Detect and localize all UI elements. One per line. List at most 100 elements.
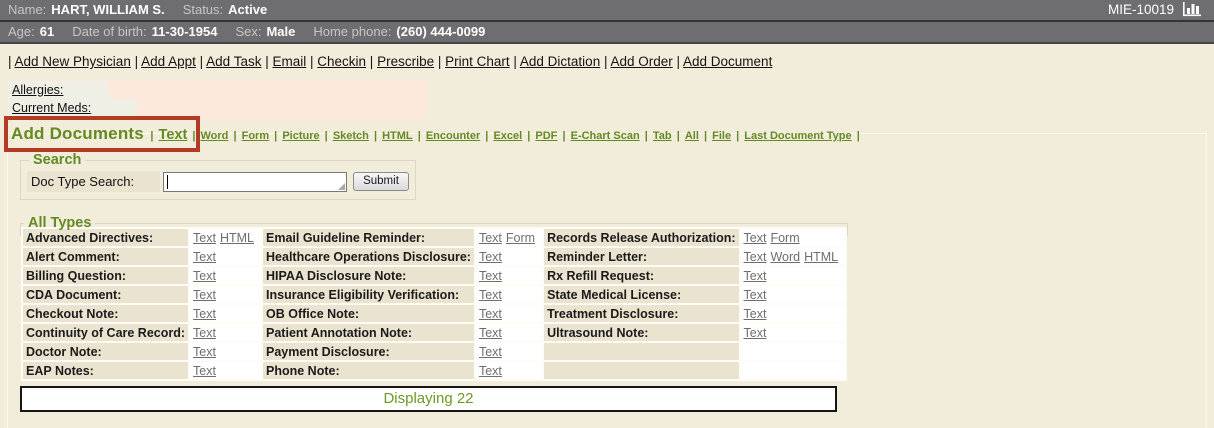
doc-action-link-text[interactable]: Text	[479, 345, 502, 359]
doc-type-actions: Text	[476, 343, 542, 360]
doc-action-link-text[interactable]: Text	[193, 326, 216, 340]
type-link-excel[interactable]: Excel	[493, 130, 522, 142]
type-link-e-chart-scan[interactable]: E-Chart Scan	[571, 130, 640, 142]
type-link-word[interactable]: Word	[201, 130, 229, 142]
resize-grip[interactable]	[338, 183, 345, 190]
doc-action-link-word[interactable]: Word	[770, 250, 800, 264]
table-row: Doctor Note:TextPayment Disclosure:Text	[23, 343, 845, 360]
doc-action-link-text[interactable]: Text	[479, 231, 502, 245]
doc-types-table: Advanced Directives:TextHTMLEmail Guidel…	[21, 227, 847, 381]
quick-link-add-document[interactable]: Add Document	[683, 54, 772, 69]
type-link-pdf[interactable]: PDF	[535, 130, 557, 142]
quick-link-checkin[interactable]: Checkin	[317, 54, 366, 69]
doc-type-label: OB Office Note:	[263, 305, 474, 322]
doc-type-label: Billing Question:	[23, 267, 188, 284]
type-link-tab[interactable]: Tab	[653, 130, 672, 142]
separator: |	[189, 130, 198, 142]
text-caret	[167, 175, 168, 189]
doc-type-actions: Text	[741, 324, 846, 341]
doc-action-link-text[interactable]: Text	[744, 288, 767, 302]
doc-action-link-text[interactable]: Text	[479, 307, 502, 321]
doc-type-label: Patient Annotation Note:	[263, 324, 474, 341]
doc-action-link-text[interactable]: Text	[193, 231, 216, 245]
separator: |	[642, 130, 651, 142]
type-link-picture[interactable]: Picture	[282, 130, 319, 142]
bar-chart-icon[interactable]	[1182, 1, 1204, 18]
patient-name: HART, WILLIAM S.	[51, 2, 164, 17]
separator: |	[261, 54, 272, 69]
quick-link-add-new-physician[interactable]: Add New Physician	[15, 54, 131, 69]
doc-action-link-text[interactable]: Text	[193, 307, 216, 321]
doc-type-actions: Text	[190, 343, 261, 360]
doc-type-label: Alert Comment:	[23, 248, 188, 265]
current-meds-link[interactable]: Current Meds:	[12, 101, 91, 115]
page-title: Add Documents	[11, 124, 144, 143]
type-link-last-document-type[interactable]: Last Document Type	[744, 130, 851, 142]
doc-type-actions: Text	[476, 286, 542, 303]
separator: |	[510, 54, 520, 69]
doc-action-link-text[interactable]: Text	[744, 307, 767, 321]
quick-link-add-order[interactable]: Add Order	[610, 54, 672, 69]
separator: |	[415, 130, 424, 142]
doc-action-link-form[interactable]: Form	[506, 231, 535, 245]
doc-type-search-input[interactable]	[163, 172, 347, 192]
separator: |	[196, 54, 206, 69]
chart-summary-panel: Allergies: Current Meds:	[8, 80, 426, 120]
doc-action-link-text[interactable]: Text	[479, 269, 502, 283]
doc-type-label: Doctor Note:	[23, 343, 188, 360]
type-link-html[interactable]: HTML	[382, 130, 413, 142]
search-legend: Search	[29, 152, 85, 168]
doc-type-label: Healthcare Operations Disclosure:	[263, 248, 474, 265]
quick-link-add-task[interactable]: Add Task	[206, 54, 261, 69]
doc-action-link-text[interactable]: Text	[479, 364, 502, 378]
doc-action-link-text[interactable]: Text	[193, 364, 216, 378]
doc-action-link-text[interactable]: Text	[193, 345, 216, 359]
doc-action-link-text[interactable]: Text	[744, 326, 767, 340]
type-link-all[interactable]: All	[685, 130, 699, 142]
doc-action-link-text[interactable]: Text	[193, 250, 216, 264]
quick-link-prescribe[interactable]: Prescribe	[377, 54, 434, 69]
type-link-encounter[interactable]: Encounter	[426, 130, 480, 142]
doc-type-label: Treatment Disclosure:	[544, 305, 738, 322]
age-value: 61	[40, 24, 54, 39]
allergies-link[interactable]: Allergies:	[12, 83, 63, 97]
submit-button[interactable]: Submit	[353, 172, 409, 191]
separator: |	[131, 54, 141, 69]
type-link-sketch[interactable]: Sketch	[333, 130, 369, 142]
doc-action-link-text[interactable]: Text	[479, 326, 502, 340]
doc-action-link-text[interactable]: Text	[744, 269, 767, 283]
doc-type-actions: Text Form	[476, 229, 542, 246]
quick-link-email[interactable]: Email	[272, 54, 306, 69]
doc-action-link-form[interactable]: Form	[770, 231, 799, 245]
type-link-file[interactable]: File	[712, 130, 731, 142]
type-link-form[interactable]: Form	[242, 130, 270, 142]
add-documents-panel: Add Documents | Text | Word | Form | Pic…	[7, 133, 1207, 428]
quick-link-print-chart[interactable]: Print Chart	[445, 54, 510, 69]
doc-type-label: State Medical License:	[544, 286, 738, 303]
doc-type-search-input-wrap	[163, 172, 347, 192]
doc-type-actions: Text	[190, 324, 261, 341]
doc-type-actions	[741, 343, 846, 360]
doc-action-link-text[interactable]: Text	[479, 288, 502, 302]
doc-action-link-text[interactable]: Text	[193, 288, 216, 302]
separator: |	[482, 130, 491, 142]
doc-action-link-html[interactable]: HTML	[220, 231, 254, 245]
doc-action-link-text[interactable]: Text	[193, 269, 216, 283]
separator: |	[701, 130, 710, 142]
doc-type-label	[544, 343, 738, 360]
document-type-links: | Text | Word | Form | Picture | Sketch …	[148, 130, 861, 142]
doc-action-link-html[interactable]: HTML	[804, 250, 838, 264]
doc-action-link-text[interactable]: Text	[744, 231, 767, 245]
quick-link-add-dictation[interactable]: Add Dictation	[520, 54, 600, 69]
allergies-row: Allergies:	[8, 81, 426, 99]
all-types-legend: All Types	[24, 215, 95, 231]
separator: |	[306, 54, 317, 69]
quick-link-add-appt[interactable]: Add Appt	[141, 54, 196, 69]
doc-type-actions: Text	[476, 248, 542, 265]
doc-type-label: Records Release Authorization:	[544, 229, 738, 246]
doc-action-link-text[interactable]: Text	[744, 250, 767, 264]
doc-action-link-text[interactable]: Text	[479, 250, 502, 264]
current-meds-row: Current Meds:	[8, 99, 426, 117]
doc-type-actions: Text	[190, 248, 261, 265]
type-link-text[interactable]: Text	[159, 127, 188, 143]
